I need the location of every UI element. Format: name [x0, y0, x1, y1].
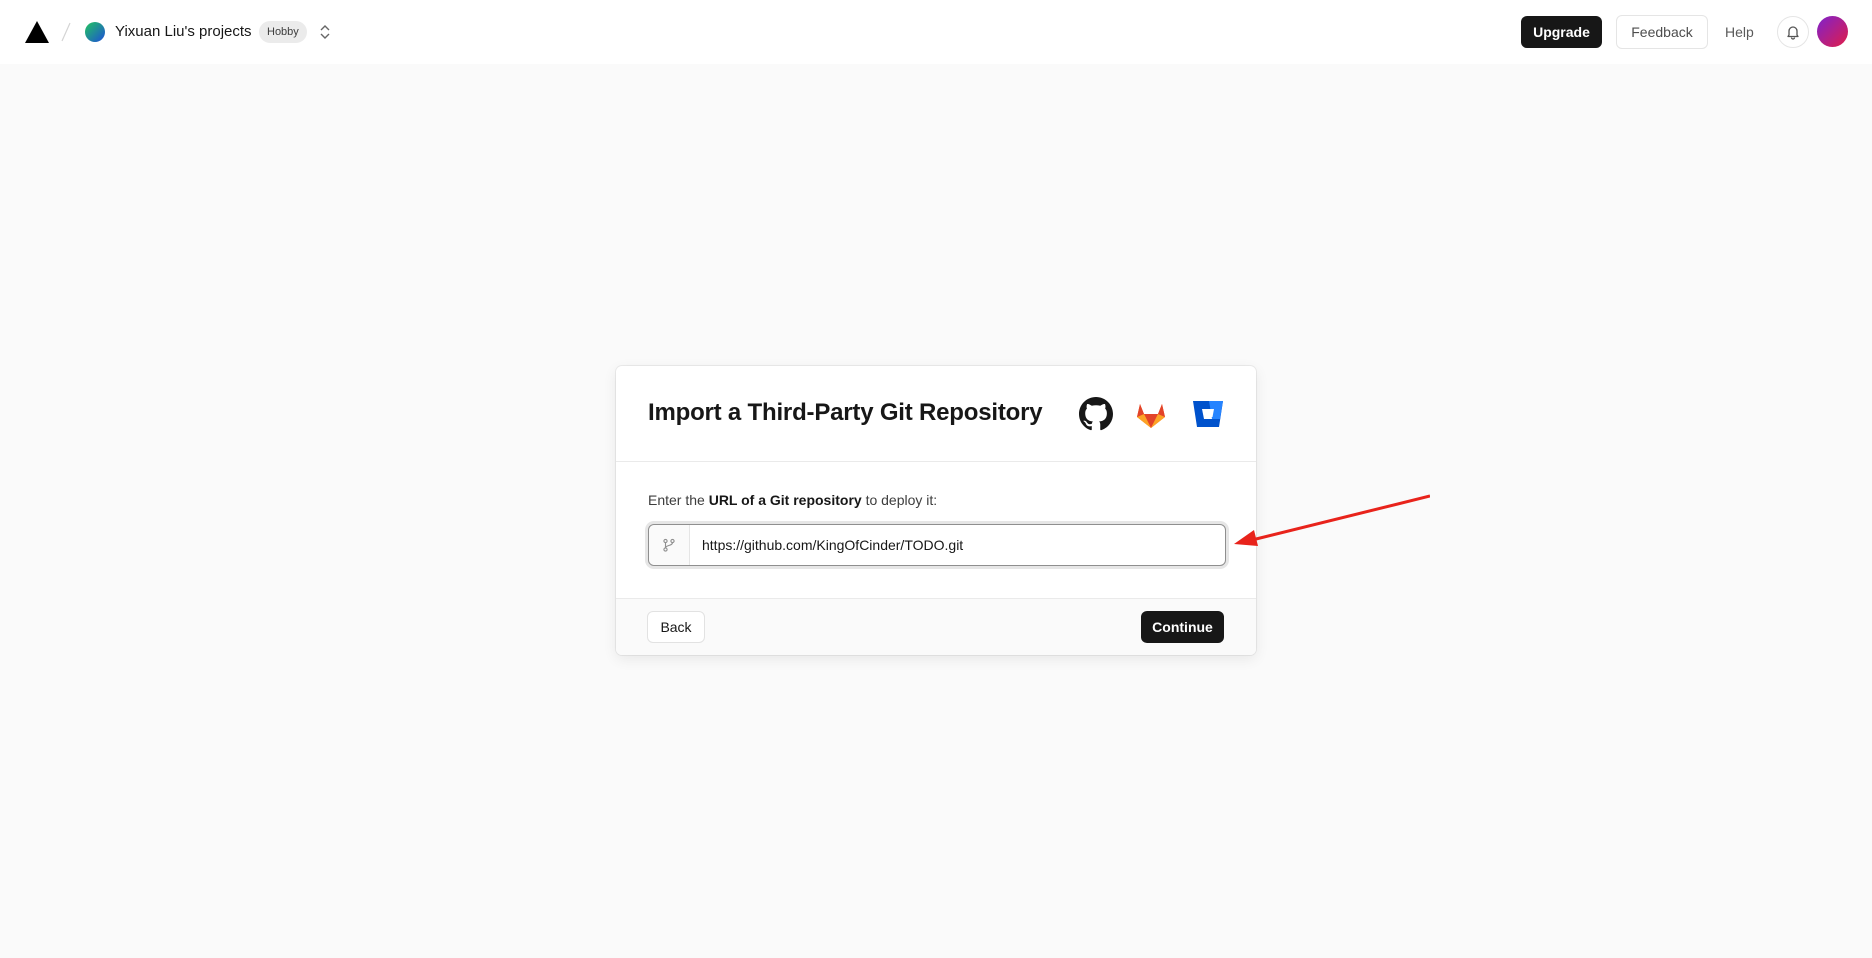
user-avatar[interactable] [1817, 16, 1848, 47]
team-name[interactable]: Yixuan Liu's projects [115, 22, 252, 42]
github-icon [1079, 397, 1113, 431]
team-avatar[interactable] [85, 22, 105, 42]
card-footer: Back Continue [616, 598, 1256, 655]
url-prompt: Enter the URL of a Git repository to dep… [648, 490, 937, 510]
chevron-up-down-icon[interactable] [318, 22, 332, 42]
git-url-input[interactable] [690, 525, 1225, 565]
vercel-logo-icon[interactable] [24, 20, 50, 44]
import-repository-card: Import a Third-Party Git Repository Ente… [616, 366, 1256, 655]
bell-icon [1787, 26, 1799, 40]
breadcrumb-separator-icon [61, 22, 71, 42]
upgrade-button[interactable]: Upgrade [1521, 16, 1602, 48]
prompt-bold: URL of a Git repository [708, 492, 862, 508]
git-branch-icon-box [649, 525, 690, 565]
back-button[interactable]: Back [647, 611, 705, 643]
notifications-button[interactable] [1777, 16, 1809, 48]
bitbucket-icon [1193, 401, 1223, 427]
prompt-prefix: Enter the [648, 492, 709, 508]
red-arrow-annotation-icon [1234, 494, 1430, 546]
feedback-button[interactable]: Feedback [1616, 15, 1708, 49]
card-title: Import a Third-Party Git Repository [648, 399, 1043, 426]
card-body: Enter the URL of a Git repository to dep… [616, 462, 1256, 566]
prompt-suffix: to deploy it: [861, 492, 938, 508]
top-navbar: Yixuan Liu's projects Hobby Upgrade Feed… [0, 0, 1872, 64]
git-branch-icon [663, 538, 675, 552]
card-header: Import a Third-Party Git Repository [616, 366, 1256, 462]
help-link[interactable]: Help [1725, 22, 1754, 42]
continue-button[interactable]: Continue [1141, 611, 1224, 643]
git-url-field[interactable] [648, 524, 1226, 566]
plan-badge: Hobby [259, 21, 307, 43]
gitlab-icon [1137, 404, 1165, 428]
